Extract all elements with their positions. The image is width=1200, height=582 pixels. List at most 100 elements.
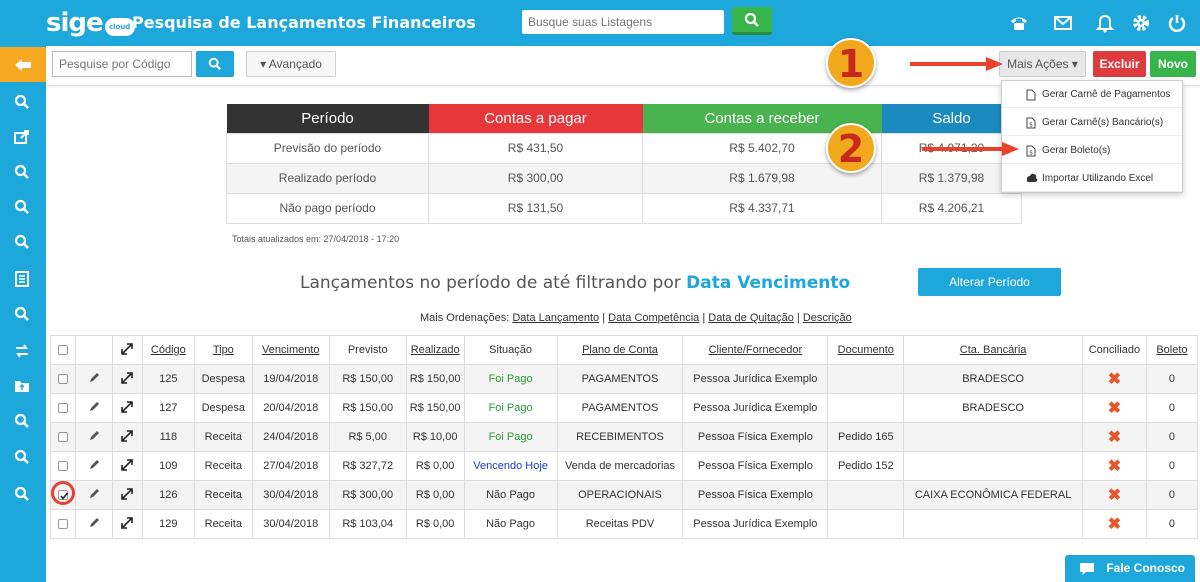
- pencil-icon[interactable]: [88, 401, 100, 413]
- change-period-button[interactable]: Alterar Período: [918, 268, 1061, 296]
- sidebar-item-search-4[interactable]: [0, 224, 46, 259]
- mais-acoes-button[interactable]: Mais Ações ▾: [999, 51, 1086, 77]
- cell-cliente: Pessoa Física Exemplo: [682, 422, 829, 452]
- edit-cell: [74, 480, 113, 510]
- sidebar-item-search-8[interactable]: [0, 476, 46, 511]
- sidebar-item-search-3[interactable]: [0, 189, 46, 224]
- top-bar: sige cloud Pesquisa de Lançamentos Financ…: [0, 0, 1200, 46]
- cell-tipo: Receita: [193, 480, 253, 510]
- sort-link[interactable]: Data Competência: [608, 312, 699, 324]
- cell-vencimento: 30/04/2018: [251, 509, 330, 539]
- cell-banco: BRADESCO: [903, 364, 1083, 394]
- dropdown-item[interactable]: Gerar Carnê de Pagamentos: [1002, 81, 1182, 108]
- table-row[interactable]: 126 Receita 30/04/2018 R$ 300,00 R$ 0,00 Não …: [50, 480, 1199, 510]
- column-header[interactable]: Documento: [827, 335, 905, 365]
- expand-icon[interactable]: [121, 458, 134, 471]
- code-search-input[interactable]: [52, 51, 192, 77]
- share-icon: [14, 130, 29, 144]
- sidebar-item-search-5[interactable]: [0, 296, 46, 331]
- x-icon[interactable]: ✖: [1108, 429, 1121, 446]
- table-row[interactable]: 109 Receita 27/04/2018 R$ 327,72 R$ 0,00 Venc…: [50, 451, 1199, 481]
- summary-table: Período Contas a pagar Contas a receber Sal…: [226, 104, 1022, 224]
- edit-cell: [74, 364, 113, 394]
- cell-tipo: Receita: [193, 451, 253, 481]
- sidebar-item-upload-folder[interactable]: [0, 368, 46, 403]
- filter-field-label: Data Vencimento: [686, 273, 851, 293]
- cell-tipo: Despesa: [193, 393, 253, 423]
- code-search-button[interactable]: [196, 51, 234, 77]
- power-icon[interactable]: [1166, 12, 1188, 34]
- expand-cell: [111, 480, 143, 510]
- table-row[interactable]: 125 Despesa 19/04/2018 R$ 150,00 R$ 150,00 Fo…: [50, 364, 1199, 394]
- dropdown-item[interactable]: $ Gerar Carnê(s) Bancário(s): [1002, 109, 1182, 136]
- row-checkbox[interactable]: [57, 461, 68, 472]
- row-checkbox[interactable]: [57, 374, 68, 385]
- pencil-icon[interactable]: [88, 430, 100, 442]
- row-checkbox[interactable]: [57, 403, 68, 414]
- delete-button[interactable]: Excluir: [1093, 51, 1146, 77]
- new-button[interactable]: Novo: [1150, 51, 1196, 77]
- pencil-icon[interactable]: [88, 372, 100, 384]
- sidebar-item-report[interactable]: [0, 261, 46, 296]
- gear-icon[interactable]: [1130, 12, 1152, 34]
- column-header[interactable]: Código: [141, 335, 195, 365]
- svg-text:$: $: [1029, 150, 1033, 157]
- column-header[interactable]: Boleto: [1145, 335, 1199, 365]
- row-checkbox[interactable]: [57, 519, 68, 530]
- expand-icon[interactable]: [121, 487, 134, 500]
- listings-search-input[interactable]: [522, 10, 724, 34]
- summary-row: Previsão do períodoR$ 431,50R$ 5.402,70R…: [226, 132, 1022, 164]
- bell-icon[interactable]: [1094, 12, 1116, 34]
- sidebar-item-export[interactable]: [0, 119, 46, 154]
- x-icon[interactable]: ✖: [1108, 487, 1121, 504]
- sort-link[interactable]: Data de Quitação: [708, 312, 794, 324]
- table-row[interactable]: 129 Receita 30/04/2018 R$ 103,04 R$ 0,00 Não …: [50, 509, 1199, 539]
- cell-previsto: R$ 300,00: [328, 480, 407, 510]
- column-header[interactable]: Plano de Conta: [556, 335, 684, 365]
- dropdown-item[interactable]: $ Gerar Boleto(s): [1002, 137, 1182, 164]
- expand-icon[interactable]: [121, 342, 134, 355]
- column-header: Situação: [463, 335, 558, 365]
- more-sorting-label: Mais Ordenações:: [420, 312, 510, 324]
- pencil-icon[interactable]: [88, 459, 100, 471]
- expand-icon[interactable]: [121, 516, 134, 529]
- sidebar-item-search-7[interactable]: [0, 439, 46, 474]
- column-header[interactable]: Cliente/Fornecedor: [682, 335, 829, 365]
- sidebar-item-transfer[interactable]: [0, 333, 46, 368]
- contact-us-button[interactable]: Fale Conosco: [1065, 555, 1195, 582]
- step-badge-1: 1: [826, 38, 876, 88]
- sidebar-item-search-6[interactable]: [0, 403, 46, 438]
- sidebar-item-search-2[interactable]: [0, 154, 46, 189]
- expand-icon[interactable]: [121, 371, 134, 384]
- column-header[interactable]: Vencimento: [251, 335, 330, 365]
- listings-search-button[interactable]: [732, 7, 772, 35]
- pencil-icon[interactable]: [88, 517, 100, 529]
- dropdown-item[interactable]: Importar Utilizando Excel: [1002, 165, 1182, 192]
- x-icon[interactable]: ✖: [1108, 371, 1121, 388]
- sidebar-item-search-1[interactable]: [0, 84, 46, 119]
- sige-logo[interactable]: sige cloud: [46, 8, 135, 38]
- row-checkbox[interactable]: [57, 432, 68, 443]
- column-header[interactable]: Tipo: [193, 335, 253, 365]
- cell-codigo: 126: [141, 480, 195, 510]
- expand-icon[interactable]: [121, 429, 134, 442]
- advanced-search-button[interactable]: ▾ Avançado: [246, 51, 336, 77]
- summary-value: R$ 131,50: [428, 192, 643, 224]
- pencil-icon[interactable]: [88, 488, 100, 500]
- sidebar-back-button[interactable]: [0, 47, 46, 82]
- table-row[interactable]: 127 Despesa 20/04/2018 R$ 150,00 R$ 150,00 Fo…: [50, 393, 1199, 423]
- sort-link[interactable]: Data Lançamento: [512, 312, 599, 324]
- chat-icon: [1080, 563, 1094, 575]
- phone-icon[interactable]: [1008, 12, 1030, 34]
- x-icon[interactable]: ✖: [1108, 400, 1121, 417]
- expand-icon[interactable]: [121, 400, 134, 413]
- x-icon[interactable]: ✖: [1108, 516, 1121, 533]
- mail-icon[interactable]: [1052, 12, 1074, 34]
- column-header[interactable]: Realizado: [405, 335, 465, 365]
- column-header[interactable]: Cta. Bancária: [903, 335, 1083, 365]
- sort-link[interactable]: Descrição: [803, 312, 852, 324]
- cell-realizado: R$ 0,00: [405, 451, 465, 481]
- table-row[interactable]: 118 Receita 24/04/2018 R$ 5,00 R$ 10,00 Foi P…: [50, 422, 1199, 452]
- x-icon[interactable]: ✖: [1108, 458, 1121, 475]
- select-all-checkbox[interactable]: [57, 345, 68, 356]
